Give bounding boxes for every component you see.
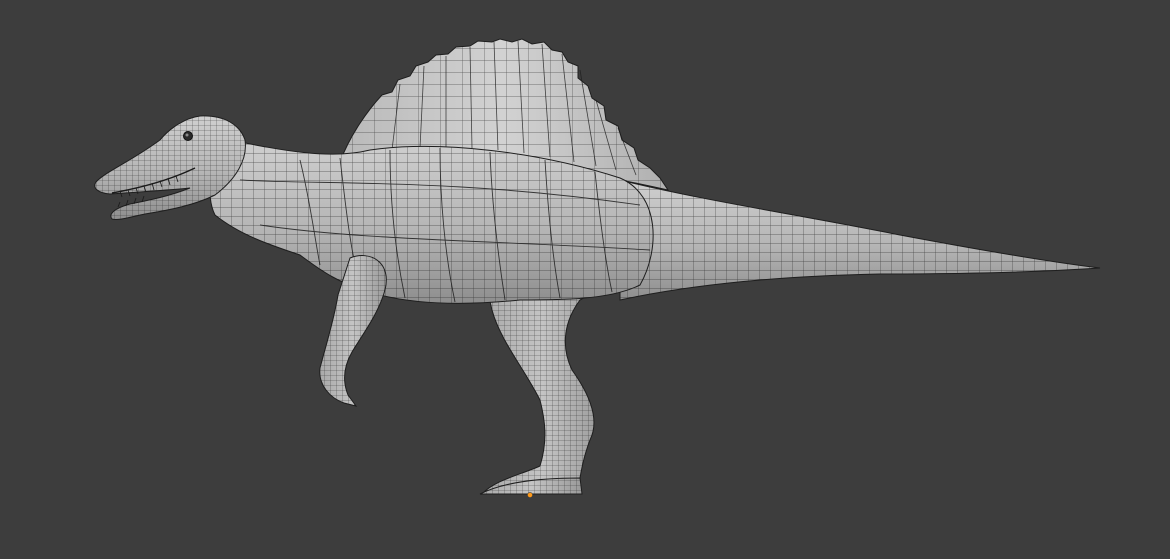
viewport-scene[interactable] (0, 0, 1170, 559)
front-arm-mesh[interactable] (319, 255, 387, 407)
tail-mesh[interactable] (619, 179, 1101, 301)
spinosaurus-mesh[interactable] (94, 38, 1101, 495)
3d-viewport[interactable] (0, 0, 1170, 559)
origin-point-icon[interactable] (527, 492, 533, 498)
